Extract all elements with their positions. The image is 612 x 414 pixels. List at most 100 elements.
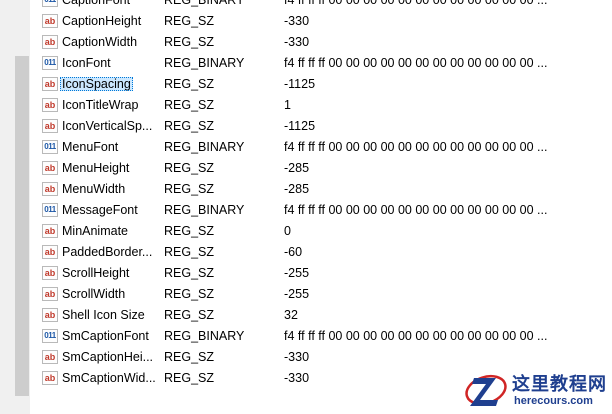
value-name[interactable]: SmCaptionHei...: [60, 347, 158, 368]
value-name[interactable]: MenuFont: [60, 137, 158, 158]
value-name-label: MenuHeight: [62, 161, 130, 175]
table-row[interactable]: ab ScrollHeight REG_SZ -255: [30, 263, 612, 284]
string-value-icon: ab: [42, 266, 58, 280]
value-name-label: MenuWidth: [62, 182, 126, 196]
value-name-label: SmCaptionWid...: [62, 371, 156, 385]
value-type: REG_SZ: [164, 14, 215, 28]
value-type: REG_SZ: [164, 350, 215, 364]
table-row[interactable]: 011 MessageFont REG_BINARY f4 ff ff ff 00 0…: [30, 200, 612, 221]
registry-values-list: 011 CaptionFont REG_BINARY f4 ff ff ff 00 0…: [30, 0, 612, 389]
value-type: REG_BINARY: [164, 203, 245, 217]
value-data: -285: [284, 182, 310, 196]
value-name[interactable]: CaptionFont: [60, 0, 158, 11]
table-row[interactable]: ab IconTitleWrap REG_SZ 1: [30, 95, 612, 116]
value-data: -330: [284, 350, 310, 364]
value-data: f4 ff ff ff 00 00 00 00 00 00 00 00 00 0…: [284, 203, 548, 217]
value-name-label: MinAnimate: [62, 224, 128, 238]
value-data: 0: [284, 224, 291, 238]
value-name[interactable]: IconSpacing: [60, 74, 158, 95]
value-name[interactable]: SmCaptionWid...: [60, 368, 158, 389]
binary-value-icon: 011: [42, 56, 58, 70]
value-data: f4 ff ff ff 00 00 00 00 00 00 00 00 00 0…: [284, 329, 548, 343]
value-type: REG_SZ: [164, 35, 215, 49]
value-type: REG_SZ: [164, 98, 215, 112]
table-row[interactable]: ab MenuHeight REG_SZ -285: [30, 158, 612, 179]
value-data: -255: [284, 287, 310, 301]
vertical-scrollbar[interactable]: [0, 0, 30, 414]
table-row[interactable]: ab MenuWidth REG_SZ -285: [30, 179, 612, 200]
table-row[interactable]: ab SmCaptionHei... REG_SZ -330: [30, 347, 612, 368]
value-data: -1125: [284, 119, 316, 133]
value-name-label: MenuFont: [62, 140, 119, 154]
value-name[interactable]: CaptionHeight: [60, 11, 158, 32]
value-name[interactable]: IconVerticalSp...: [60, 116, 158, 137]
value-name-label: IconVerticalSp...: [62, 119, 153, 133]
value-data: f4 ff ff ff 00 00 00 00 00 00 00 00 00 0…: [284, 140, 548, 154]
value-data: -255: [284, 266, 310, 280]
watermark-url: herecours.com: [514, 395, 593, 407]
table-row[interactable]: ab IconSpacing REG_SZ -1125: [30, 74, 612, 95]
value-type: REG_SZ: [164, 308, 215, 322]
value-name-label: SmCaptionHei...: [62, 350, 154, 364]
value-name-label: Shell Icon Size: [62, 308, 145, 322]
binary-value-icon: 011: [42, 140, 58, 154]
string-value-icon: ab: [42, 308, 58, 322]
value-data: 32: [284, 308, 298, 322]
value-name[interactable]: MenuWidth: [60, 179, 158, 200]
value-data: -285: [284, 161, 310, 175]
table-row[interactable]: ab PaddedBorder... REG_SZ -60: [30, 242, 612, 263]
string-value-icon: ab: [42, 224, 58, 238]
value-name-label: MessageFont: [62, 203, 138, 217]
value-type: REG_BINARY: [164, 56, 245, 70]
string-value-icon: ab: [42, 371, 58, 385]
value-name[interactable]: IconTitleWrap: [60, 95, 158, 116]
value-type: REG_SZ: [164, 119, 215, 133]
table-row[interactable]: ab IconVerticalSp... REG_SZ -1125: [30, 116, 612, 137]
value-name[interactable]: MinAnimate: [60, 221, 158, 242]
value-name-label: SmCaptionFont: [62, 329, 149, 343]
value-name[interactable]: ScrollWidth: [60, 284, 158, 305]
table-row[interactable]: ab MinAnimate REG_SZ 0: [30, 221, 612, 242]
value-data: -60: [284, 245, 303, 259]
table-row[interactable]: ab CaptionHeight REG_SZ -330: [30, 11, 612, 32]
value-name[interactable]: CaptionWidth: [60, 32, 158, 53]
value-type: REG_SZ: [164, 287, 215, 301]
table-row[interactable]: ab CaptionWidth REG_SZ -330: [30, 32, 612, 53]
value-name[interactable]: PaddedBorder...: [60, 242, 158, 263]
value-type: REG_SZ: [164, 77, 215, 91]
value-name-label: CaptionWidth: [62, 35, 138, 49]
value-data: -1125: [284, 77, 316, 91]
table-row[interactable]: 011 SmCaptionFont REG_BINARY f4 ff ff ff 00…: [30, 326, 612, 347]
value-type: REG_BINARY: [164, 0, 245, 7]
value-name[interactable]: IconFont: [60, 53, 158, 74]
value-data: -330: [284, 14, 310, 28]
table-row[interactable]: ab Shell Icon Size REG_SZ 32: [30, 305, 612, 326]
string-value-icon: ab: [42, 77, 58, 91]
table-row[interactable]: ab ScrollWidth REG_SZ -255: [30, 284, 612, 305]
string-value-icon: ab: [42, 98, 58, 112]
string-value-icon: ab: [42, 245, 58, 259]
value-name-label: CaptionHeight: [62, 14, 142, 28]
value-name[interactable]: Shell Icon Size: [60, 305, 158, 326]
watermark-title: 这里教程网: [512, 374, 607, 395]
value-name[interactable]: MessageFont: [60, 200, 158, 221]
value-type: REG_SZ: [164, 371, 215, 385]
value-name[interactable]: ScrollHeight: [60, 263, 158, 284]
value-name[interactable]: MenuHeight: [60, 158, 158, 179]
value-type: REG_SZ: [164, 245, 215, 259]
value-type: REG_SZ: [164, 182, 215, 196]
string-value-icon: ab: [42, 182, 58, 196]
value-name-label: PaddedBorder...: [62, 245, 153, 259]
scrollbar-thumb[interactable]: [15, 56, 29, 396]
watermark: 这里教程网 herecours.com: [462, 368, 610, 412]
value-name[interactable]: SmCaptionFont: [60, 326, 158, 347]
table-row[interactable]: 011 CaptionFont REG_BINARY f4 ff ff ff 00 0…: [30, 0, 612, 11]
value-type: REG_SZ: [164, 161, 215, 175]
string-value-icon: ab: [42, 161, 58, 175]
string-value-icon: ab: [42, 35, 58, 49]
string-value-icon: ab: [42, 14, 58, 28]
value-data: 1: [284, 98, 291, 112]
value-name-label: IconFont: [62, 56, 111, 70]
table-row[interactable]: 011 MenuFont REG_BINARY f4 ff ff ff 00 00 0…: [30, 137, 612, 158]
table-row[interactable]: 011 IconFont REG_BINARY f4 ff ff ff 00 00 0…: [30, 53, 612, 74]
